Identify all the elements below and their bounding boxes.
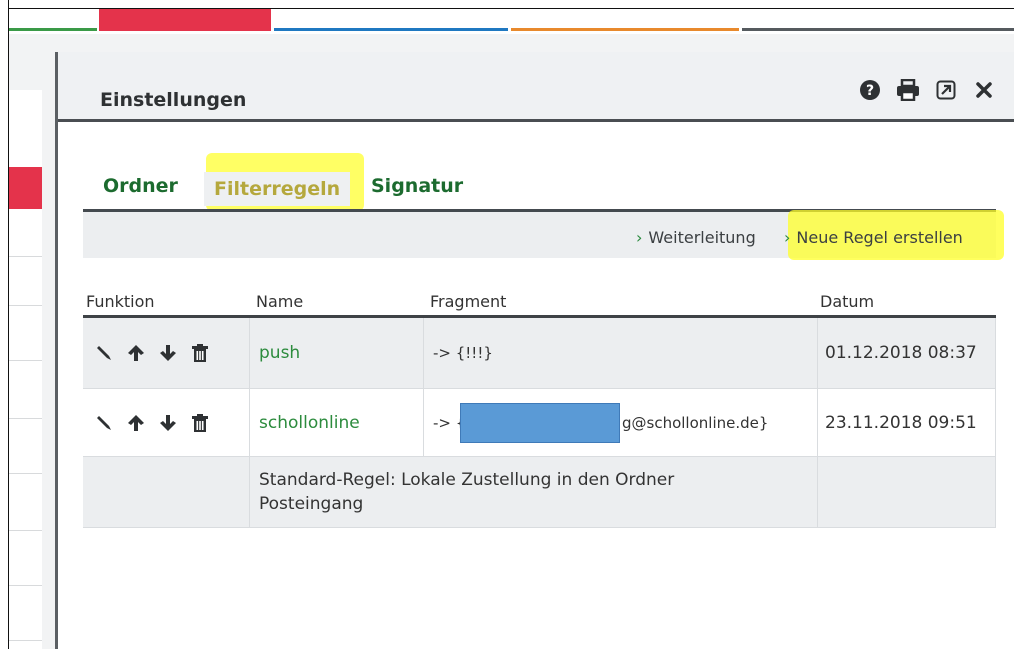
delete-trash-icon[interactable] — [191, 413, 209, 432]
name-cell: schollonline — [249, 389, 423, 456]
table-row: push -> {!!!} 01.12.2018 08:37 — [83, 318, 996, 388]
column-header-date: Datum — [820, 292, 875, 311]
table-row: schollonline -> { g@schollonline.de} 23.… — [83, 389, 996, 456]
external-link-icon[interactable] — [934, 78, 958, 102]
default-rule-text: Standard-Regel: Lokale Zustellung in den… — [259, 470, 675, 514]
move-down-arrow-icon[interactable] — [159, 344, 177, 362]
new-rule-link[interactable]: › Neue Regel erstellen — [784, 228, 963, 247]
table-row-default-rule: Standard-Regel: Lokale Zustellung in den… — [83, 457, 996, 527]
chevron-right-icon: › — [636, 228, 643, 247]
function-cell — [83, 389, 249, 456]
date-cell: 01.12.2018 08:37 — [817, 318, 996, 388]
function-cell — [83, 318, 249, 388]
rule-fragment-suffix: g@schollonline.de} — [622, 413, 769, 432]
dialog-header-icons: ? — [858, 78, 996, 102]
fragment-cell: -> { g@schollonline.de} — [423, 389, 817, 456]
function-cell — [83, 457, 249, 527]
rule-date: 01.12.2018 08:37 — [825, 343, 977, 363]
chevron-right-icon: › — [784, 228, 791, 247]
edit-pencil-icon[interactable] — [95, 414, 113, 432]
background-divider — [9, 305, 42, 306]
date-cell: 23.11.2018 09:51 — [817, 389, 996, 456]
new-rule-link-label: Neue Regel erstellen — [796, 228, 963, 247]
default-rule-cell: Standard-Regel: Lokale Zustellung in den… — [249, 457, 817, 527]
background-divider — [9, 640, 42, 641]
background-divider — [9, 256, 42, 257]
background-divider — [9, 360, 42, 361]
background-divider — [9, 530, 42, 531]
move-down-arrow-icon[interactable] — [159, 414, 177, 432]
column-header-function: Funktion — [86, 292, 155, 311]
edit-pencil-icon[interactable] — [95, 344, 113, 362]
background-divider — [9, 473, 42, 474]
rule-fragment: -> {!!!} — [433, 344, 493, 362]
move-up-arrow-icon[interactable] — [127, 344, 145, 362]
top-strip-dark[interactable] — [742, 9, 1014, 31]
settings-dialog: Einstellungen ? Ordner Filterregeln Sign… — [55, 52, 1014, 649]
background-sidebar-active-item[interactable] — [9, 167, 42, 209]
top-strip-blue[interactable] — [274, 9, 508, 31]
column-header-name: Name — [256, 292, 304, 311]
svg-text:?: ? — [866, 83, 874, 99]
tab-signatur[interactable]: Signatur — [371, 175, 463, 197]
move-up-arrow-icon[interactable] — [127, 414, 145, 432]
dialog-header: Einstellungen ? — [58, 52, 1014, 122]
question-circle-icon[interactable]: ? — [858, 78, 882, 102]
top-strip-orange[interactable] — [511, 9, 739, 31]
forward-link[interactable]: › Weiterleitung — [636, 228, 756, 247]
forward-link-label: Weiterleitung — [648, 228, 756, 247]
top-strip-red[interactable] — [99, 9, 271, 31]
row-divider — [83, 527, 996, 528]
rule-name-link[interactable]: schollonline — [250, 413, 360, 433]
redaction-block — [460, 403, 620, 443]
date-cell — [817, 457, 996, 527]
rule-date: 23.11.2018 09:51 — [825, 412, 977, 433]
delete-trash-icon[interactable] — [191, 344, 209, 362]
tab-ordner[interactable]: Ordner — [103, 175, 178, 197]
close-icon[interactable] — [972, 78, 996, 102]
dialog-title: Einstellungen — [100, 89, 247, 111]
background-divider — [9, 585, 42, 586]
print-icon[interactable] — [896, 78, 920, 102]
tab-filterregeln[interactable]: Filterregeln — [204, 172, 351, 206]
fragment-cell: -> {!!!} — [423, 318, 817, 388]
top-strip-green[interactable] — [9, 9, 97, 31]
rule-name-link[interactable]: push — [250, 343, 300, 363]
column-header-fragment: Fragment — [430, 292, 507, 311]
background-divider — [9, 418, 42, 419]
name-cell: push — [249, 318, 423, 388]
